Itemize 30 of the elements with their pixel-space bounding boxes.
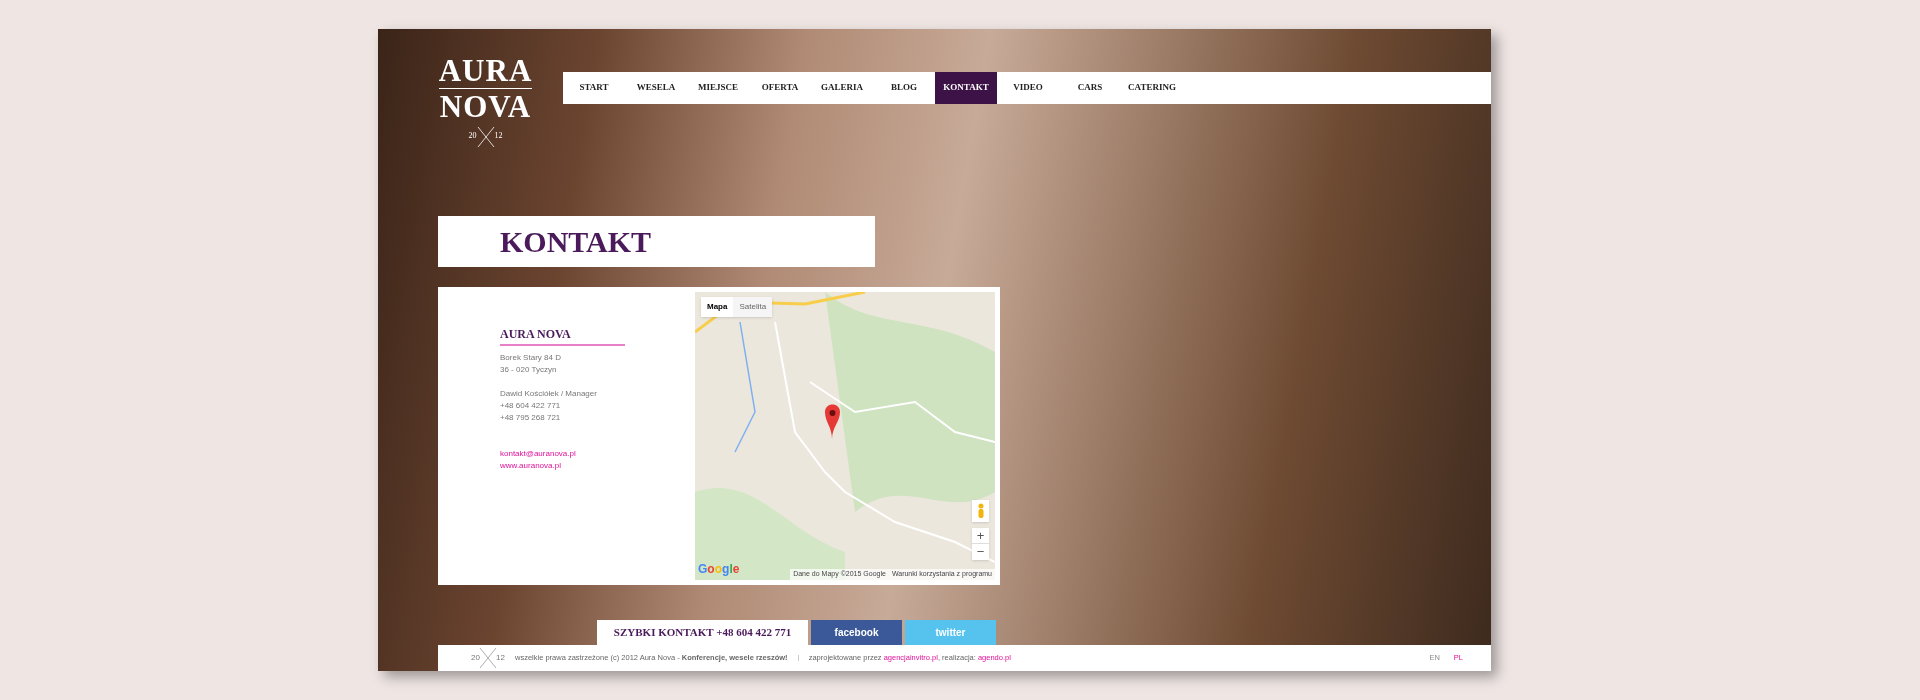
- contact-link[interactable]: www.auranova.pl: [500, 459, 561, 472]
- contact-line: +48 795 268 721: [500, 411, 561, 424]
- zoom-in-button[interactable]: +: [972, 527, 989, 544]
- nav-link[interactable]: START: [563, 72, 625, 104]
- venue-name: AURA NOVA: [500, 326, 571, 341]
- contact-line: +48 604 422 771: [500, 399, 561, 412]
- map-logo: Google: [698, 560, 740, 578]
- nav-link[interactable]: OFERTA: [749, 72, 811, 104]
- nav-link[interactable]: BLOG: [873, 72, 935, 104]
- nav-link[interactable]: KONTAKT: [935, 72, 997, 104]
- zoom-out-button[interactable]: −: [972, 543, 989, 560]
- logo[interactable]: AURA NOVA 20 12: [438, 55, 533, 145]
- year-mark: 20 12: [471, 646, 505, 669]
- person-icon[interactable]: [972, 499, 989, 522]
- nav-link[interactable]: CARS: [1059, 72, 1121, 104]
- nav-link[interactable]: CATERING: [1121, 72, 1183, 104]
- contact-line: Dawid Kościółek / Manager: [500, 387, 597, 400]
- nav-link[interactable]: WESELA: [625, 72, 687, 104]
- nav-link[interactable]: MIEJSCE: [687, 72, 749, 104]
- address-line: 36 - 020 Tyczyn: [500, 363, 557, 376]
- map-type-tab[interactable]: Mapa: [701, 296, 734, 317]
- page-title: KONTAKT: [500, 223, 652, 260]
- address-line: Borek Stary 84 D: [500, 351, 561, 364]
- contact-link[interactable]: kontakt@auranova.pl: [500, 447, 576, 460]
- map-type-tab[interactable]: Satelita: [733, 296, 773, 317]
- social-link[interactable]: facebook: [811, 619, 902, 645]
- logo-year-mark: 20 12: [468, 126, 503, 145]
- quick-contact-banner: SZYBKI KONTAKT +48 604 422 771: [597, 619, 808, 645]
- nav-link[interactable]: GALERIA: [811, 72, 873, 104]
- nav-link[interactable]: VIDEO: [997, 72, 1059, 104]
